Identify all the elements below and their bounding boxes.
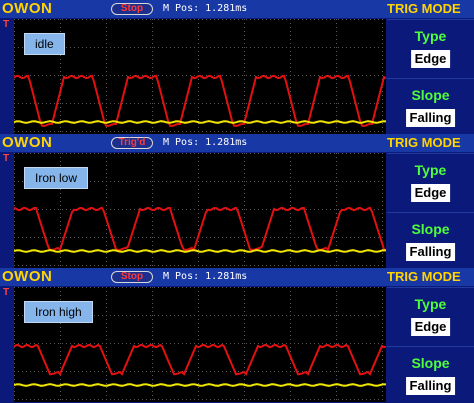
scope-panel-iron-high: OWON Stop M Pos: 1.281ms TRIG MODE T Iro… bbox=[0, 268, 474, 403]
slope-title: Slope bbox=[411, 355, 450, 371]
type-title: Type bbox=[414, 296, 447, 312]
trigger-marker-icon: T bbox=[2, 287, 10, 298]
brand-logo: OWON bbox=[2, 268, 53, 285]
type-value[interactable]: Edge bbox=[410, 318, 451, 336]
m-pos-readout: M Pos: 1.281ms bbox=[163, 271, 248, 282]
m-pos-readout: M Pos: 1.281ms bbox=[163, 137, 248, 148]
trigger-marker-icon: T bbox=[2, 153, 10, 164]
channel-1-trace bbox=[14, 343, 386, 376]
slope-title: Slope bbox=[411, 221, 450, 237]
channel-2-trace bbox=[14, 249, 386, 253]
brand-logo: OWON bbox=[2, 0, 53, 17]
run-state-badge[interactable]: Trig'd bbox=[111, 137, 153, 149]
trigger-menu: Type Edge Slope Falling bbox=[387, 153, 474, 269]
waveform-label: Iron high bbox=[24, 301, 93, 323]
trigger-type-menu[interactable]: Type Edge bbox=[387, 153, 474, 210]
trigger-menu: Type Edge Slope Falling bbox=[387, 287, 474, 403]
waveform-label: idle bbox=[24, 33, 65, 55]
trigger-slope-menu[interactable]: Slope Falling bbox=[387, 212, 474, 269]
trigger-marker-icon: T bbox=[2, 19, 10, 30]
header-bar: OWON Stop M Pos: 1.281ms TRIG MODE bbox=[0, 268, 474, 286]
type-title: Type bbox=[414, 162, 447, 178]
channel-1-trace bbox=[14, 206, 386, 252]
channel-1-trace bbox=[14, 74, 386, 128]
trigger-menu: Type Edge Slope Falling bbox=[387, 19, 474, 135]
trig-mode-title: TRIG MODE bbox=[387, 269, 461, 284]
waveform-label: Iron low bbox=[24, 167, 89, 189]
trig-mode-title: TRIG MODE bbox=[387, 1, 461, 16]
header-bar: OWON Trig'd M Pos: 1.281ms TRIG MODE bbox=[0, 134, 474, 152]
header-bar: OWON Stop M Pos: 1.281ms TRIG MODE bbox=[0, 0, 474, 18]
run-state-badge[interactable]: Stop bbox=[111, 3, 153, 15]
trigger-slope-menu[interactable]: Slope Falling bbox=[387, 78, 474, 135]
waveform-screen: Iron high bbox=[14, 287, 386, 402]
type-value[interactable]: Edge bbox=[410, 50, 451, 68]
trig-mode-title: TRIG MODE bbox=[387, 135, 461, 150]
trigger-type-menu[interactable]: Type Edge bbox=[387, 287, 474, 344]
slope-value[interactable]: Falling bbox=[405, 243, 456, 261]
channel-2-trace bbox=[14, 120, 386, 124]
channel-2-trace bbox=[14, 383, 386, 387]
trigger-type-menu[interactable]: Type Edge bbox=[387, 19, 474, 76]
scope-panel-idle: OWON Stop M Pos: 1.281ms TRIG MODE T idl… bbox=[0, 0, 474, 135]
trigger-slope-menu[interactable]: Slope Falling bbox=[387, 346, 474, 403]
waveform-svg bbox=[14, 19, 386, 132]
run-state-badge[interactable]: Stop bbox=[111, 271, 153, 283]
brand-logo: OWON bbox=[2, 134, 53, 151]
slope-title: Slope bbox=[411, 87, 450, 103]
scope-panel-iron-low: OWON Trig'd M Pos: 1.281ms TRIG MODE T I… bbox=[0, 134, 474, 269]
type-value[interactable]: Edge bbox=[410, 184, 451, 202]
m-pos-readout: M Pos: 1.281ms bbox=[163, 3, 248, 14]
waveform-screen: idle bbox=[14, 19, 386, 134]
slope-value[interactable]: Falling bbox=[405, 109, 456, 127]
slope-value[interactable]: Falling bbox=[405, 377, 456, 395]
type-title: Type bbox=[414, 28, 447, 44]
waveform-screen: Iron low bbox=[14, 153, 386, 268]
